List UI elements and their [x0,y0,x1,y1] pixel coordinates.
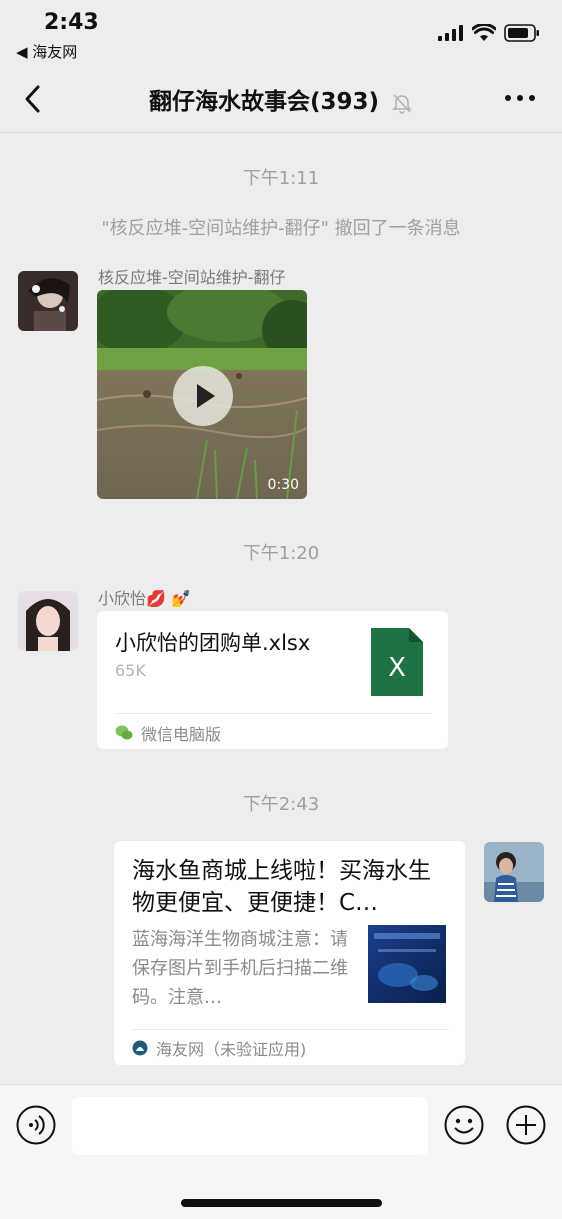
plus-icon[interactable] [506,1105,546,1145]
avatar[interactable] [18,271,78,331]
clock: 2:43 [44,10,99,35]
sender-name: 核反应堆-空间站维护-翻仔 [98,268,286,287]
divider [132,1029,449,1030]
link-description: 蓝海海洋生物商城注意：请保存图片到手机后扫描二维码。注意… [132,929,348,1008]
link-source-label: 海友网（未验证应用) [156,1040,307,1059]
file-name: 小欣怡的团购单.xlsx [115,631,311,655]
chat-title-text: 翻仔海水故事会(393) [148,89,380,115]
system-icons [438,24,540,42]
mute-bell-icon [392,93,412,114]
file-message-card[interactable]: 小欣怡的团购单.xlsx 65K X 微信电脑版 [97,611,448,749]
video-message[interactable]: 0:30 [97,290,307,499]
link-title: 海水鱼商城上线啦！买海水生物更便宜、更便捷！C… [132,858,431,916]
my-avatar[interactable] [484,842,544,902]
home-indicator [181,1199,382,1207]
sender-name: 小欣怡💋 💅 [98,589,191,608]
app-logo-icon [132,1040,148,1056]
link-message-card[interactable]: 海水鱼商城上线啦！买海水生物更便宜、更便捷！C… 蓝海海洋生物商城注意：请保存图… [114,841,465,1065]
more-options-icon[interactable] [504,88,536,108]
file-source-label: 微信电脑版 [141,725,222,744]
wechat-icon [115,725,133,740]
excel-icon-letter: X [388,653,406,683]
file-source: 微信电脑版 [115,721,221,745]
recall-notice: "核反应堆-空间站维护-翻仔" 撤回了一条消息 [101,218,461,239]
video-duration: 0:30 [267,477,299,493]
emoji-icon[interactable] [444,1105,484,1145]
input-bar [0,1084,562,1219]
timestamp: 下午1:11 [242,168,320,189]
divider [115,713,432,714]
message-input[interactable] [72,1097,428,1155]
file-size: 65K [115,661,146,680]
avatar[interactable] [18,591,78,651]
wifi-icon [472,24,496,41]
battery-icon [504,24,539,42]
link-source: 海友网（未验证应用) [132,1036,306,1060]
link-thumbnail [368,925,446,1003]
back-to-app-link[interactable]: ◀ 海友网 [16,41,77,62]
timestamp: 下午1:20 [242,543,320,564]
cellular-signal-icon [438,25,463,41]
timestamp: 下午2:43 [242,794,320,815]
status-bar: 2:43 ◀ 海友网 [0,0,562,66]
voice-input-icon[interactable] [16,1105,56,1145]
chat-title: 翻仔海水故事会(393) [0,82,562,116]
play-button-icon[interactable] [173,366,233,426]
chat-header: 翻仔海水故事会(393) [0,66,562,133]
